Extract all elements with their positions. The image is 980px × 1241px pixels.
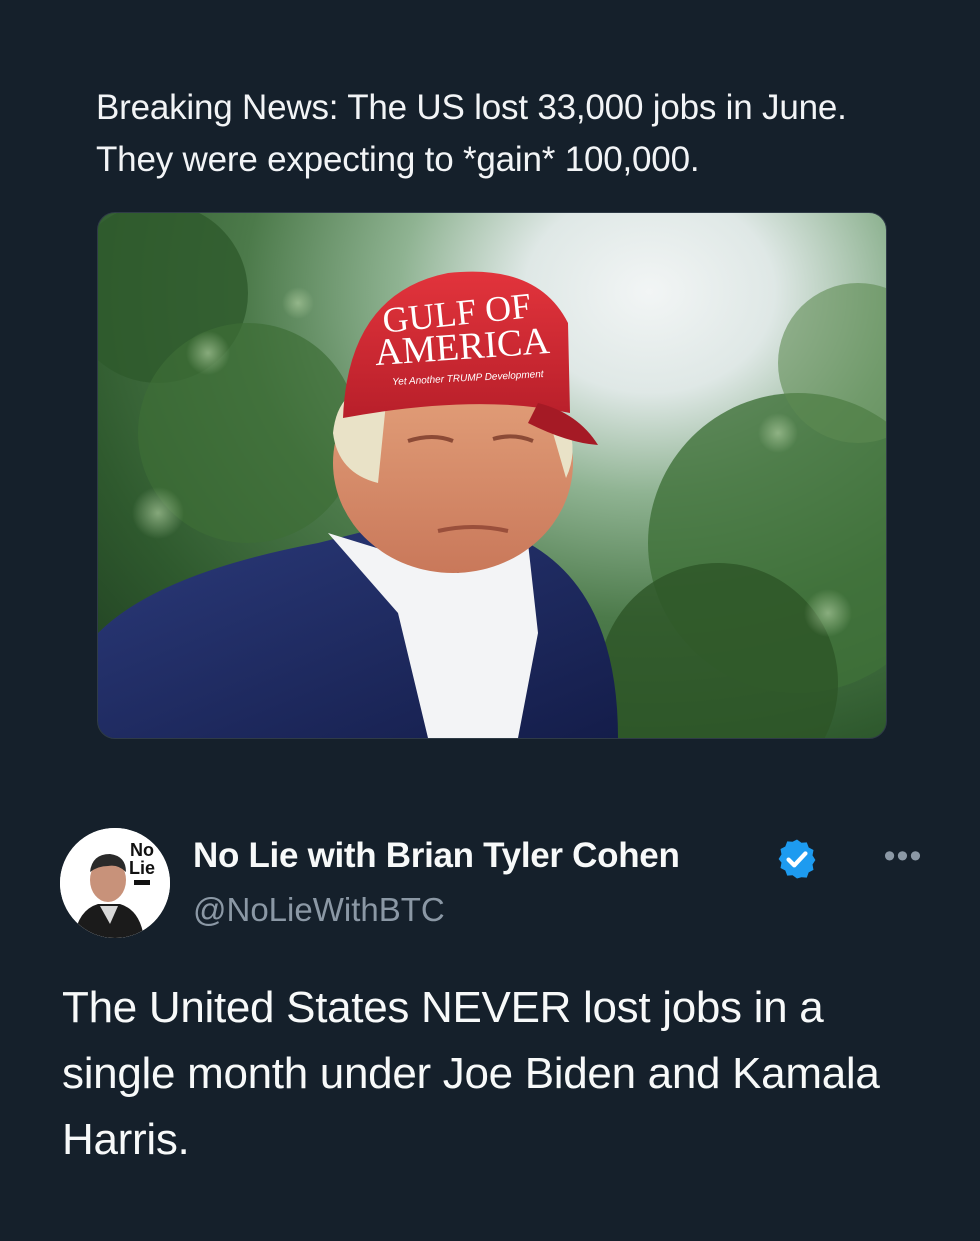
- tweet-photo[interactable]: GULF OF AMERICA Yet Another TRUMP Develo…: [97, 212, 887, 739]
- photo-illustration: GULF OF AMERICA Yet Another TRUMP Develo…: [98, 213, 886, 738]
- avatar-image: No Lie: [60, 828, 170, 938]
- tweet-text: The United States NEVER lost jobs in a s…: [62, 983, 880, 1164]
- more-options-icon[interactable]: •••: [875, 836, 931, 876]
- author-avatar[interactable]: No Lie: [60, 828, 170, 938]
- author-handle[interactable]: @NoLieWithBTC: [193, 891, 445, 929]
- avatar-logo-line2: Lie: [129, 858, 155, 878]
- quoted-tweet-text: Breaking News: The US lost 33,000 jobs i…: [96, 88, 847, 179]
- avatar-logo-line1: No: [130, 840, 154, 860]
- author-name[interactable]: No Lie with Brian Tyler Cohen: [193, 836, 680, 876]
- verified-badge-icon: [774, 836, 820, 882]
